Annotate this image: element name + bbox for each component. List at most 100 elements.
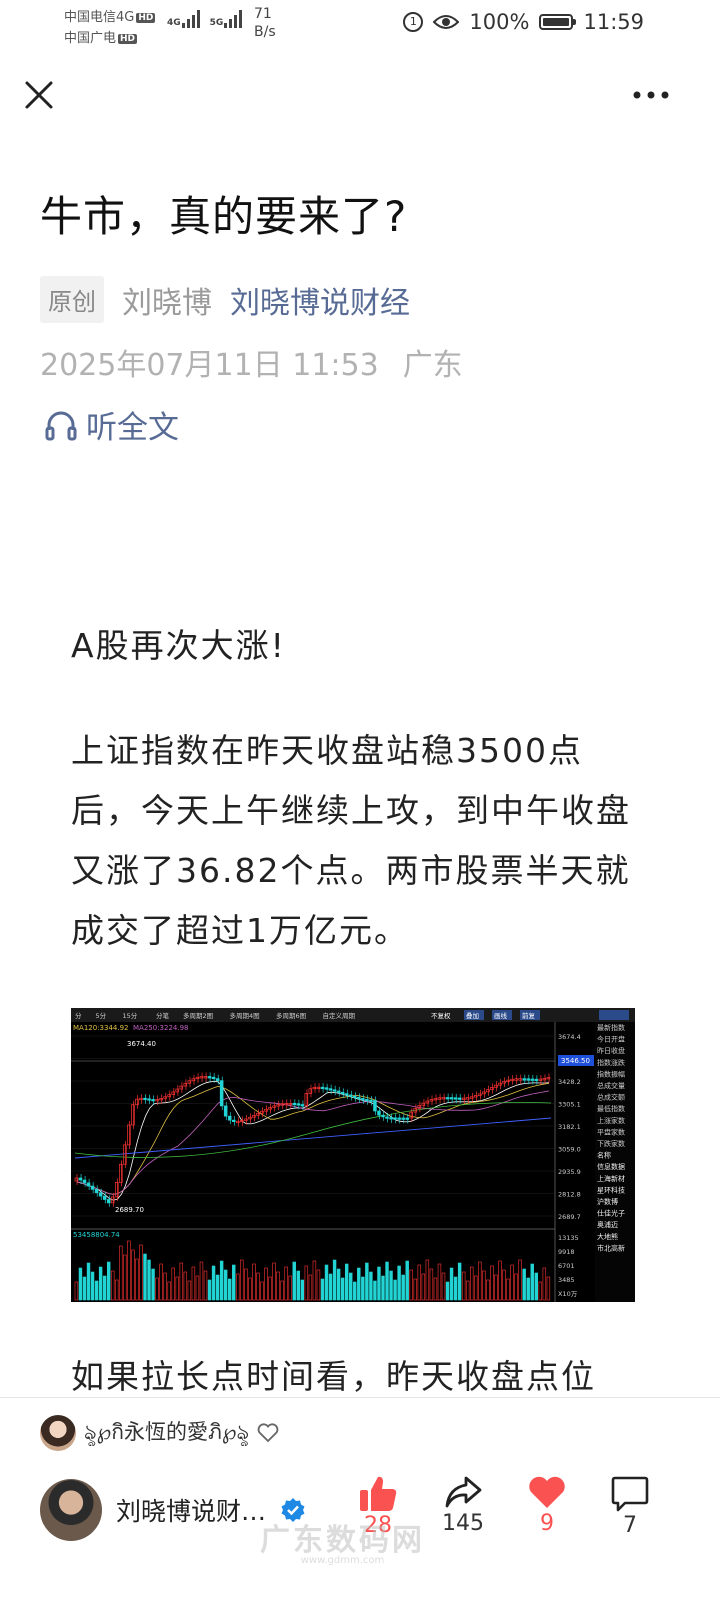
volume-bar [207, 1279, 212, 1301]
volume-bar [232, 1264, 236, 1301]
candle [135, 1098, 139, 1106]
listen-button[interactable]: 听全文 [44, 402, 179, 447]
watermark: 广东数码网 www.gdmm.com [260, 1515, 425, 1566]
candle [296, 1103, 301, 1106]
volume-bar [385, 1261, 389, 1301]
volume-bar [461, 1271, 466, 1301]
side-menu-item: 昨日收盘 [597, 1046, 625, 1055]
share-icon [445, 1476, 482, 1508]
candle [260, 1110, 264, 1114]
side-menu-item: 市北高新 [597, 1243, 625, 1252]
volume-bar [425, 1259, 430, 1301]
candle [542, 1078, 547, 1081]
publish-location: 广东 [402, 348, 463, 383]
candle [74, 1177, 79, 1182]
volume-bar [167, 1281, 171, 1301]
candle [90, 1185, 95, 1190]
volume-bar [111, 1270, 115, 1301]
candle [328, 1088, 333, 1091]
volume-bar [227, 1278, 232, 1301]
publish-info: 2025年07月11日 11:53 广东 [40, 340, 463, 384]
price-tick: 3674.4 [558, 1033, 581, 1041]
heart-icon [529, 1476, 565, 1508]
candle [453, 1097, 458, 1100]
more-icon[interactable] [632, 90, 670, 100]
side-menu-item: 最新指数 [597, 1023, 625, 1032]
candle [123, 1144, 127, 1165]
volume-bar [264, 1267, 268, 1301]
carrier-1: 中国电信4G HD [64, 10, 156, 25]
volume-bar [195, 1275, 200, 1301]
volume-bar [498, 1260, 502, 1301]
volume-bar [538, 1281, 543, 1301]
candle [369, 1099, 373, 1102]
volume-bar [490, 1265, 494, 1301]
volume-tick: 9918 [558, 1248, 575, 1256]
candle [147, 1098, 151, 1101]
share-count: 145 [442, 1511, 484, 1536]
heart-button[interactable]: 9 [524, 1475, 570, 1536]
close-icon[interactable] [24, 80, 54, 110]
data-saver-icon: 1 [403, 12, 424, 32]
article-meta: 原创 刘晓博 刘晓博说财经 [40, 276, 410, 323]
volume-bar [199, 1261, 204, 1301]
candle [199, 1076, 204, 1079]
volume-bar [147, 1259, 151, 1301]
volume-bar [252, 1263, 256, 1301]
candle [441, 1097, 446, 1100]
candle [482, 1091, 486, 1095]
candle [272, 1105, 276, 1108]
ma-mid-line [74, 1101, 552, 1158]
low-price-label: 2689.70 [115, 1206, 144, 1214]
volume-bar [316, 1269, 321, 1301]
thumbs-up-icon [360, 1476, 397, 1511]
candle [167, 1094, 171, 1098]
candle [332, 1089, 337, 1092]
volume-bar [304, 1265, 309, 1301]
account-name: 刘晓博说财… [116, 1497, 267, 1526]
volume-bar [143, 1253, 147, 1301]
volume-bar [336, 1268, 341, 1301]
clock: 11:59 [583, 10, 644, 34]
comment-preview[interactable]: ৡ℘กิ永恆的愛ภิ℘ৡ [40, 1415, 279, 1451]
chart-tab: 5分 [96, 1011, 107, 1020]
volume-bar [268, 1276, 272, 1301]
share-button[interactable]: 145 [440, 1475, 486, 1536]
chart-tab: 15分 [123, 1011, 138, 1020]
volume-bar [320, 1278, 325, 1301]
volume-bar [502, 1269, 506, 1301]
paragraph-1: A股再次大涨! [71, 626, 286, 665]
candle [352, 1095, 357, 1099]
comment-button[interactable]: 7 [607, 1475, 653, 1538]
volume-bar [260, 1281, 264, 1301]
candle [102, 1195, 107, 1200]
volume-bar [159, 1263, 163, 1301]
account-link[interactable]: 刘晓博说财经 [230, 278, 410, 322]
volume-bar [74, 1281, 79, 1301]
watermark-text: 广东数码网 [260, 1523, 425, 1558]
volume-bar [409, 1269, 413, 1301]
candle [486, 1089, 490, 1093]
side-menu-item: 平盘家数 [597, 1127, 625, 1136]
side-menu-item: 星环科技 [597, 1185, 625, 1194]
chart-tab: 多周期6图 [276, 1011, 306, 1020]
volume-bar [244, 1268, 248, 1301]
volume-bar [373, 1280, 377, 1301]
volume-bar [280, 1280, 284, 1301]
candle [522, 1078, 526, 1081]
volume-bar [284, 1266, 288, 1301]
side-menu-item: 大地熊 [597, 1232, 618, 1241]
candle [231, 1119, 236, 1122]
candle [300, 1104, 305, 1107]
candle [546, 1077, 551, 1080]
candle [530, 1078, 535, 1081]
volume-bar [449, 1267, 454, 1301]
volume-bar [526, 1277, 530, 1301]
candle [534, 1078, 539, 1082]
stock-chart-image[interactable]: 分 5分 15分 分笔 多周期2图 多周期4图 多周期6图 自定义周期 不复权 叠加 画线 前复 M… [71, 1008, 635, 1302]
candle [365, 1098, 369, 1102]
candle [159, 1098, 163, 1101]
candle [397, 1117, 401, 1120]
heart-outline-icon[interactable] [257, 1423, 279, 1443]
side-menu-item: 上海新材 [597, 1174, 625, 1183]
